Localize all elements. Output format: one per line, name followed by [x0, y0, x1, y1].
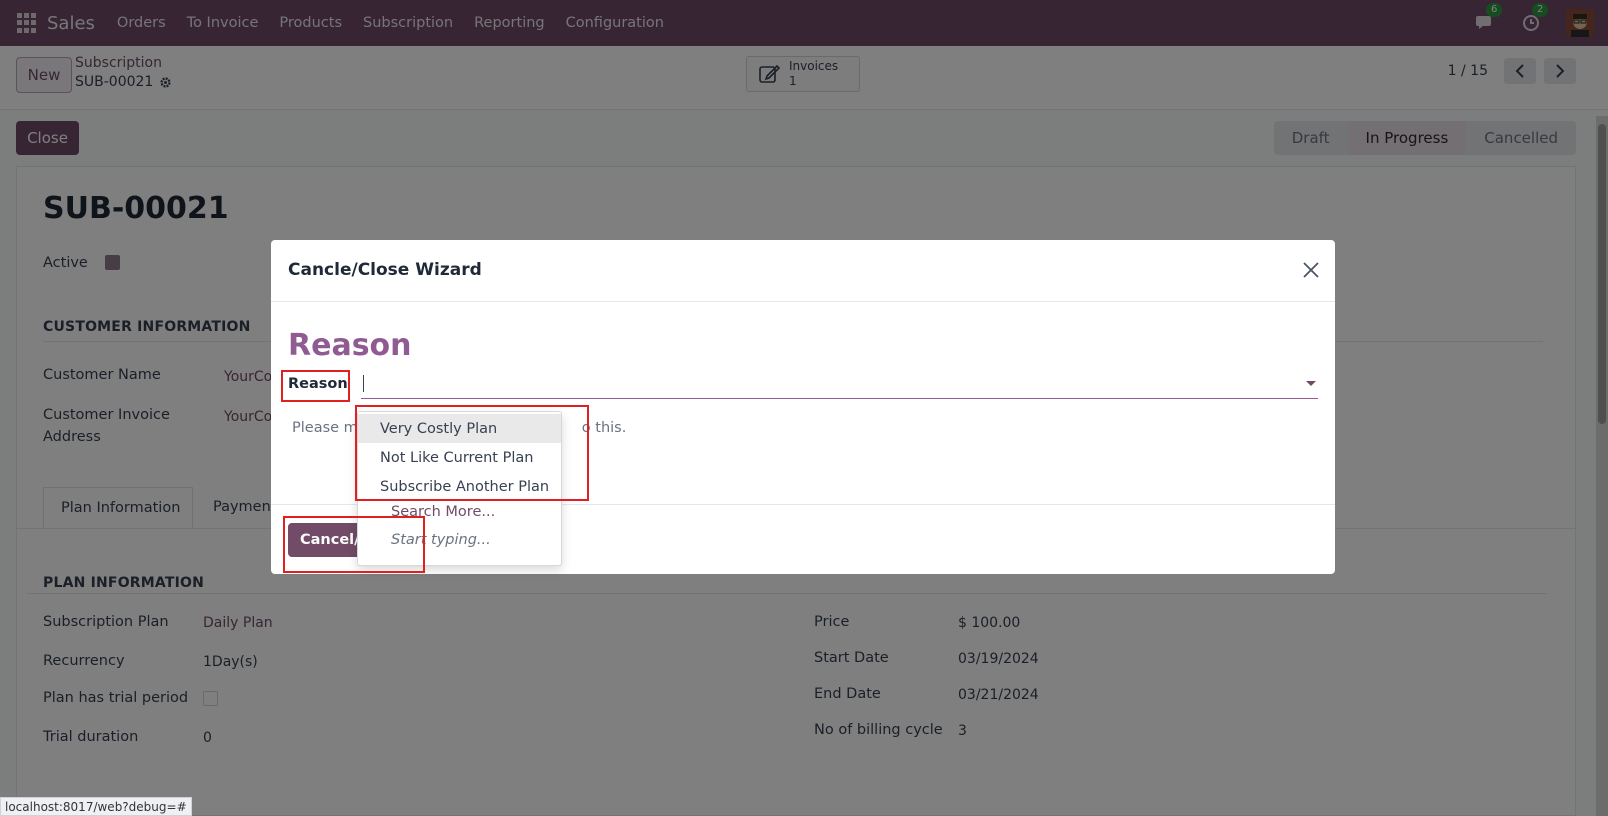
browser-status-bar: localhost:8017/web?debug=#	[0, 797, 192, 816]
dropdown-caret-icon[interactable]	[1306, 381, 1316, 386]
modal-header: Cancle/Close Wizard	[271, 240, 1335, 302]
highlight-dropdown-options	[355, 405, 589, 501]
highlight-reason-label	[281, 370, 350, 402]
modal-title: Cancle/Close Wizard	[288, 260, 482, 280]
help-text-start: Please m	[292, 420, 358, 436]
reason-input[interactable]	[361, 369, 1318, 399]
reason-heading: Reason	[288, 328, 412, 363]
close-icon[interactable]	[1301, 260, 1321, 280]
highlight-confirm-button	[283, 516, 425, 573]
text-cursor	[363, 375, 364, 392]
